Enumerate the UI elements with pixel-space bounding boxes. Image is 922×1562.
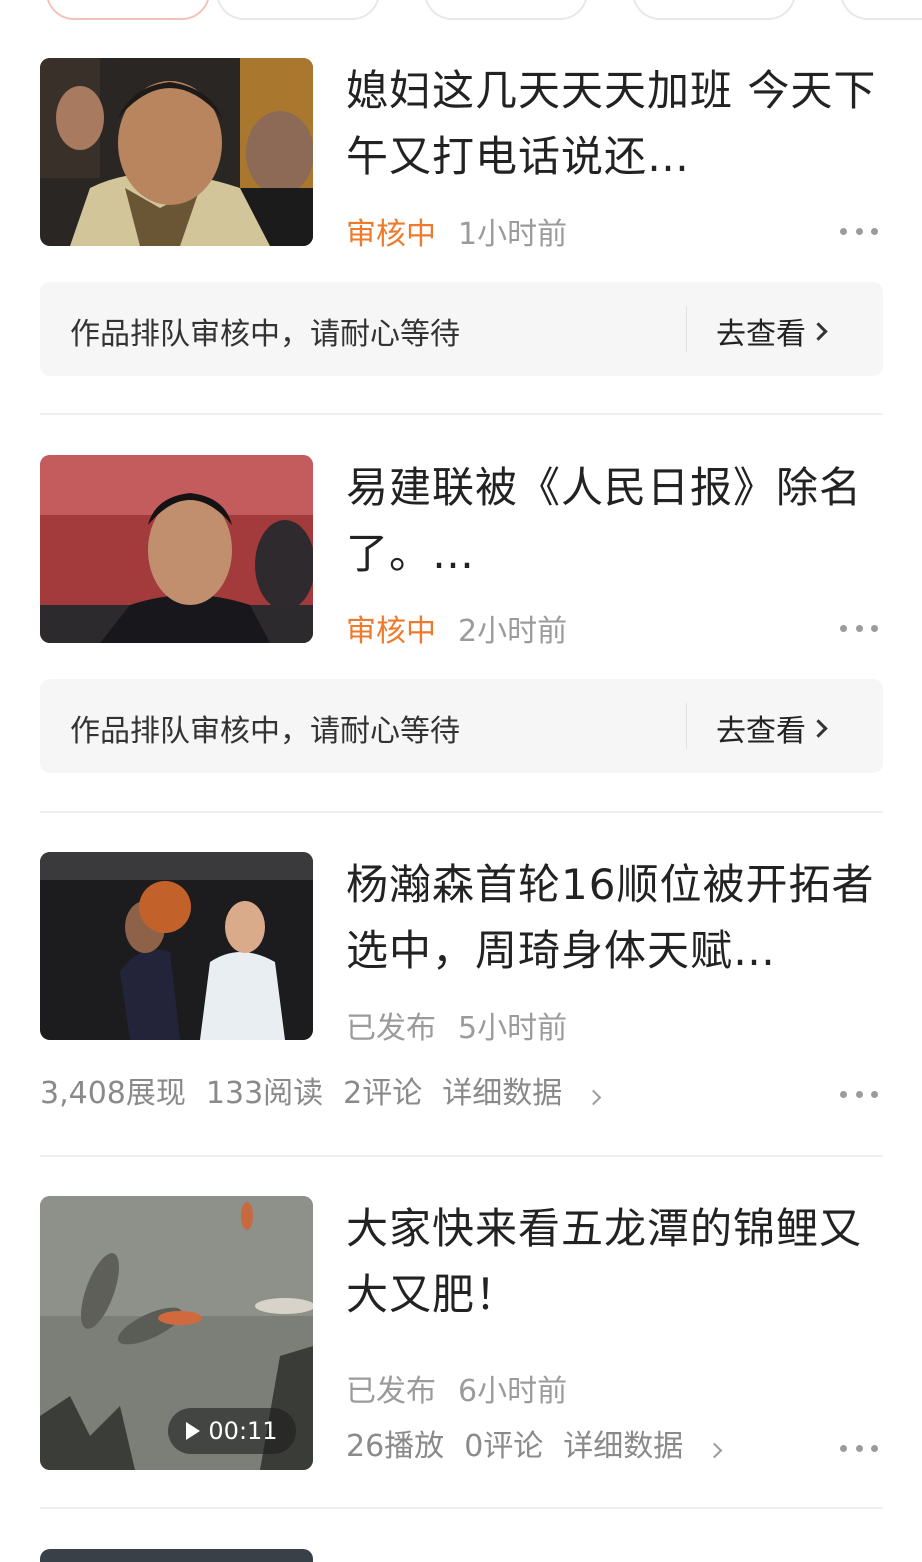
publish-time: 5小时前 — [458, 1011, 568, 1046]
article-thumbnail[interactable]: 00:11 — [40, 1196, 313, 1470]
comments-count: 2评论 — [343, 1076, 423, 1111]
view-button-label: 去查看 — [716, 714, 806, 749]
chevron-right-icon — [585, 1089, 602, 1106]
more-options-icon[interactable] — [840, 623, 878, 633]
filter-chip[interactable] — [46, 0, 210, 20]
publish-time: 1小时前 — [458, 217, 568, 252]
status-badge: 审核中 — [346, 217, 436, 252]
notice-text: 作品排队审核中，请耐心等待 — [70, 317, 460, 352]
article-title[interactable]: 媳妇这几天天天加班 今天下午又打电话说还… — [346, 58, 886, 190]
more-options-icon[interactable] — [840, 1089, 878, 1099]
article-stats: 26播放 0评论 详细数据 — [346, 1427, 760, 1467]
article-meta: 已发布 6小时前 — [346, 1372, 567, 1412]
detail-data-label: 详细数据 — [442, 1076, 563, 1111]
review-notice: 作品排队审核中，请耐心等待 去查看 — [40, 679, 883, 773]
review-notice: 作品排队审核中，请耐心等待 去查看 — [40, 282, 883, 376]
status-badge: 审核中 — [346, 614, 436, 649]
thumbnail-image — [40, 852, 313, 1040]
divider — [40, 1155, 883, 1157]
article-title[interactable]: 大家快来看五龙潭的锦鲤又大又肥！ — [346, 1196, 886, 1328]
detail-data-label: 详细数据 — [563, 1429, 684, 1464]
filter-chips — [0, 0, 922, 22]
article-title[interactable]: 杨瀚森首轮16顺位被开拓者选中，周琦身体天赋… — [346, 852, 886, 984]
more-options-icon[interactable] — [840, 1443, 878, 1453]
filter-chip[interactable] — [216, 0, 380, 20]
filter-chip[interactable] — [840, 0, 922, 20]
thumbnail-image — [40, 58, 313, 246]
article-meta: 审核中 1小时前 — [346, 215, 567, 255]
view-button-label: 去查看 — [716, 317, 806, 352]
status-badge: 已发布 — [346, 1374, 436, 1409]
view-button[interactable]: 去查看 — [716, 706, 828, 750]
article-title[interactable]: 易建联被《人民日报》除名了。… — [346, 455, 886, 587]
article-meta: 审核中 2小时前 — [346, 612, 567, 652]
article-thumbnail[interactable] — [40, 455, 313, 643]
chevron-right-icon — [707, 1442, 723, 1459]
detail-data-link[interactable]: 详细数据 — [442, 1076, 619, 1111]
video-duration-badge: 00:11 — [168, 1408, 296, 1454]
play-icon — [186, 1422, 201, 1440]
notice-divider — [686, 306, 687, 352]
article-thumbnail[interactable] — [40, 852, 313, 1040]
plays-count: 26播放 — [346, 1429, 445, 1464]
article-thumbnail[interactable] — [40, 1549, 313, 1562]
thumbnail-image — [40, 455, 313, 643]
divider — [40, 413, 883, 415]
reads-count: 133阅读 — [205, 1076, 324, 1111]
article-thumbnail[interactable] — [40, 58, 313, 246]
chevron-right-icon — [809, 718, 828, 738]
article-stats: 3,408展现 133阅读 2评论 详细数据 — [40, 1074, 639, 1114]
chevron-right-icon — [809, 321, 828, 341]
article-meta: 已发布 5小时前 — [346, 1009, 567, 1049]
status-badge: 已发布 — [346, 1011, 436, 1046]
comments-count: 0评论 — [464, 1429, 544, 1464]
publish-time: 2小时前 — [458, 614, 568, 649]
filter-chip[interactable] — [424, 0, 588, 20]
video-duration: 00:11 — [208, 1417, 278, 1445]
filter-chip[interactable] — [632, 0, 796, 20]
more-options-icon[interactable] — [840, 226, 878, 236]
view-button[interactable]: 去查看 — [716, 309, 828, 353]
notice-text: 作品排队审核中，请耐心等待 — [70, 714, 460, 749]
detail-data-link[interactable]: 详细数据 — [563, 1429, 740, 1464]
divider — [40, 1507, 883, 1509]
publish-time: 6小时前 — [458, 1374, 568, 1409]
impressions-count: 3,408展现 — [40, 1076, 186, 1111]
notice-divider — [686, 703, 687, 749]
divider — [40, 811, 883, 813]
